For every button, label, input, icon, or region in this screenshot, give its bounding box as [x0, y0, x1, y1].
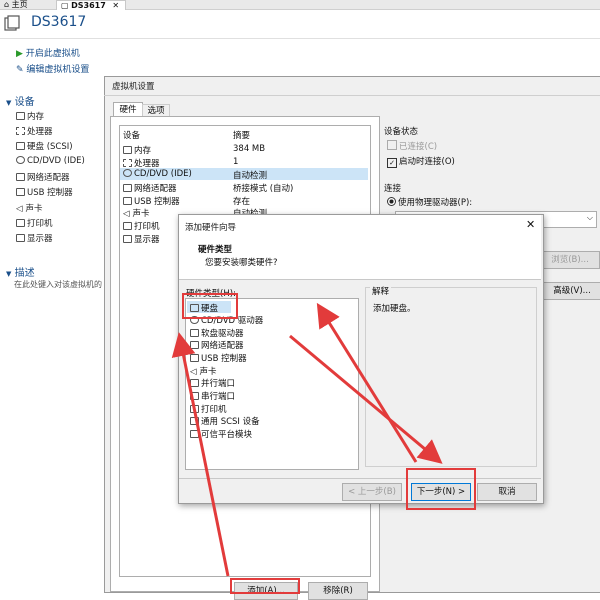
arrow-list-to-next: [289, 334, 443, 464]
arrow-next-to-list: [316, 302, 418, 463]
annotation-arrows: [171, 302, 443, 577]
arrow-add-to-list: [171, 332, 230, 577]
